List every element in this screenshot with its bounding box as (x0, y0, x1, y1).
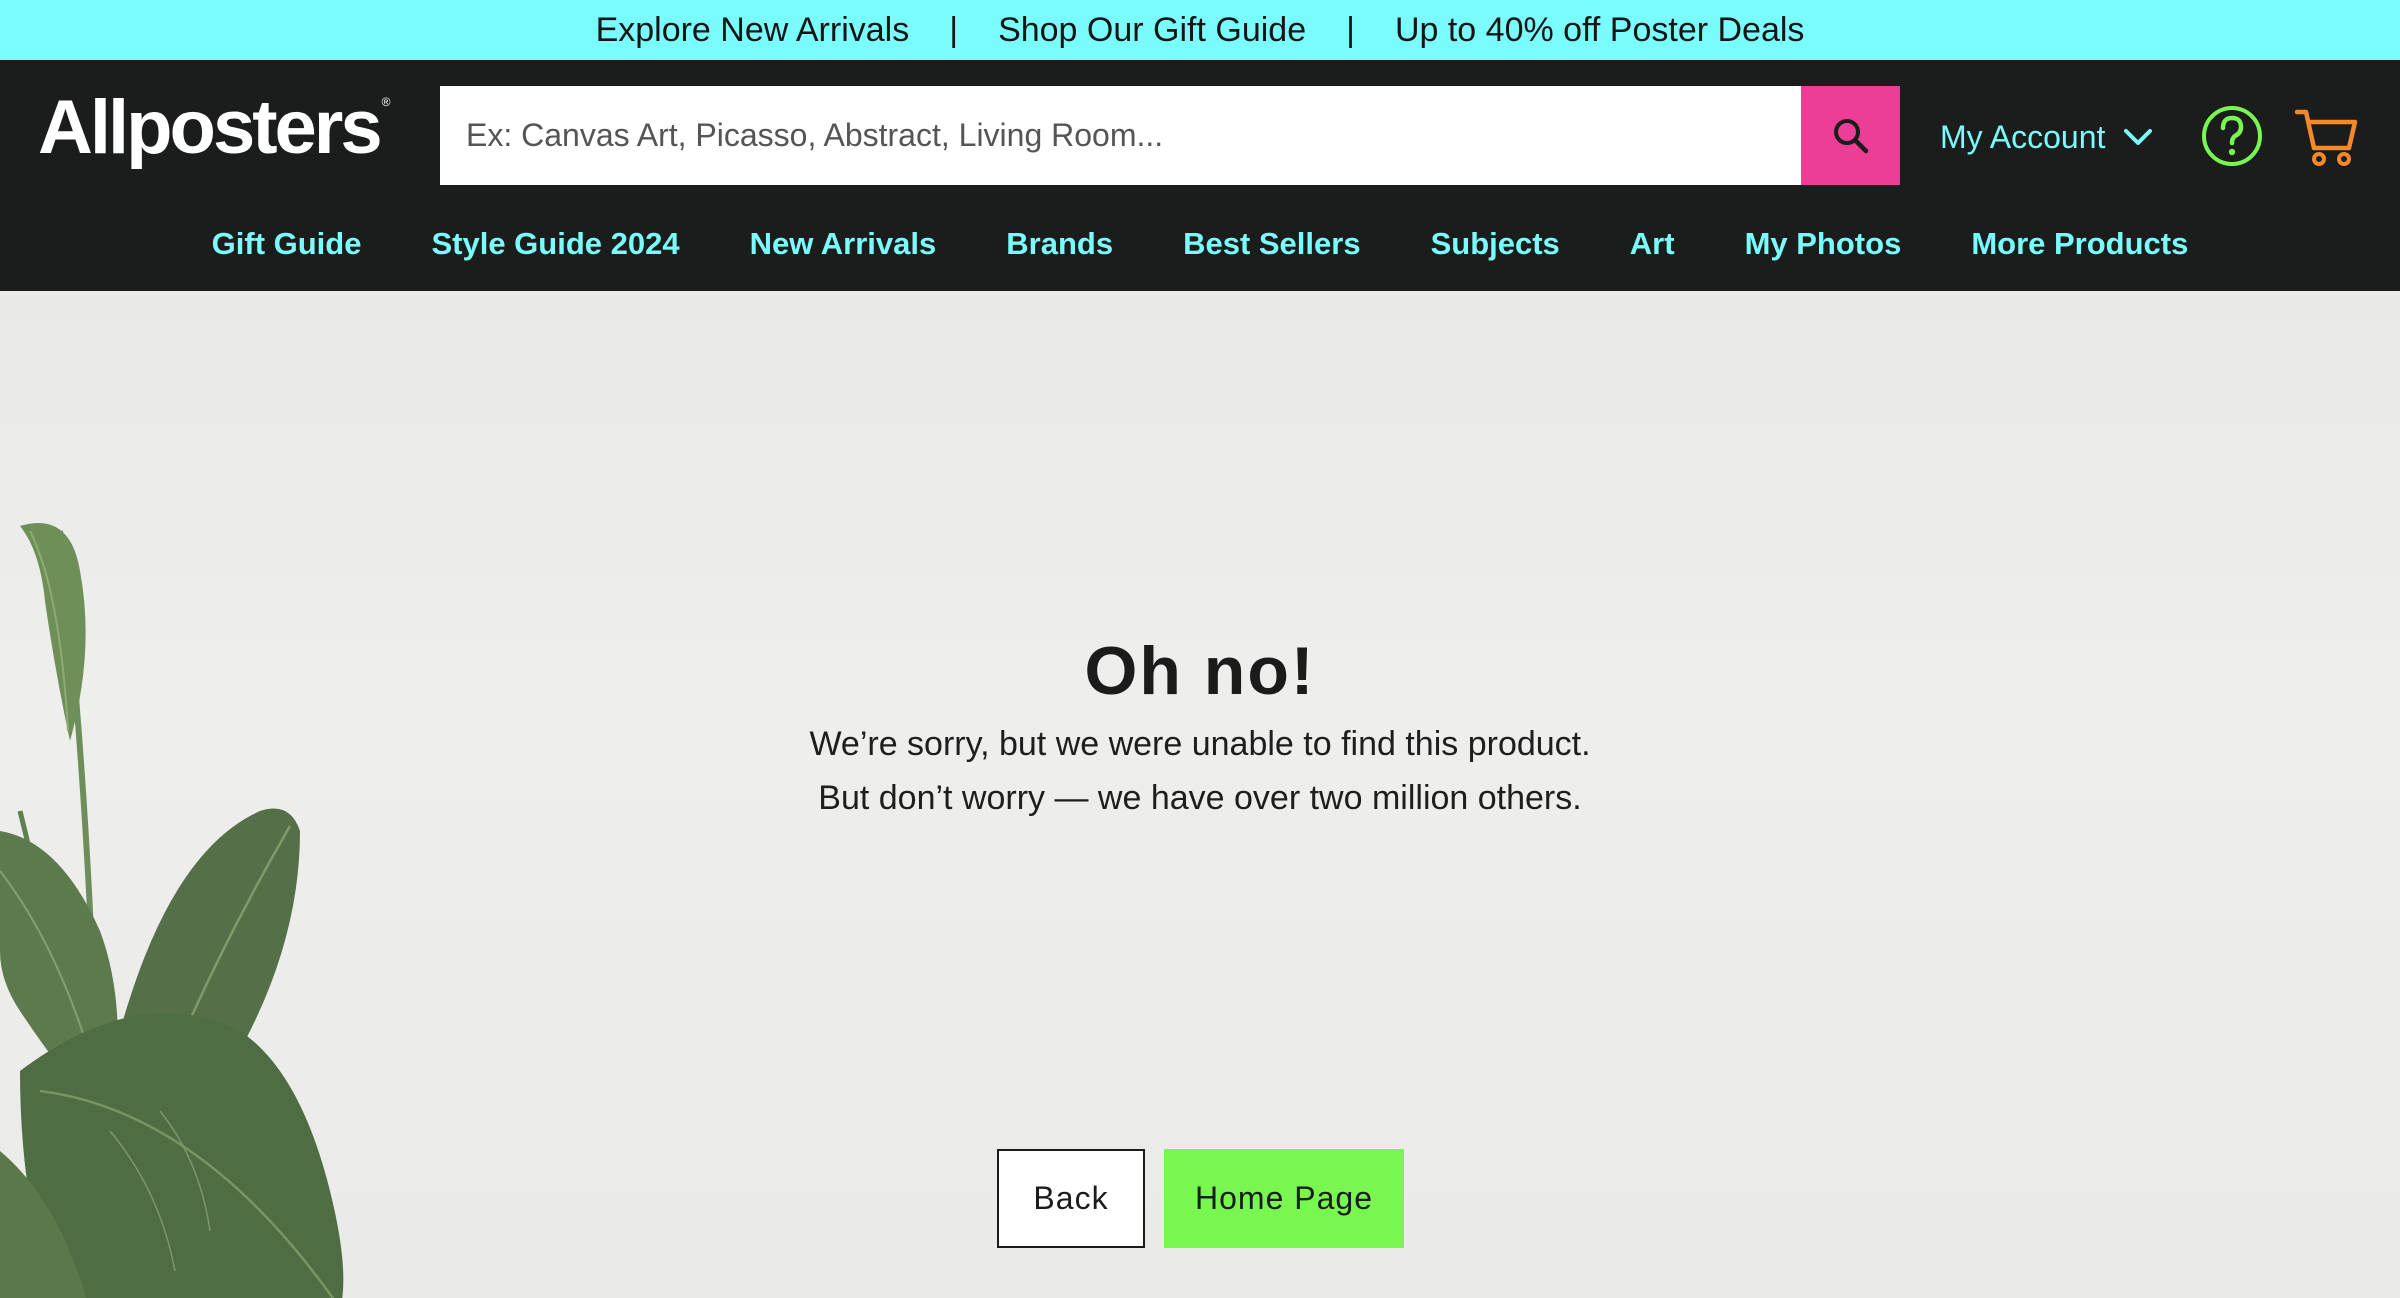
promo-link-gift-guide[interactable]: Shop Our Gift Guide (998, 11, 1306, 50)
logo-text: Allposters (38, 85, 383, 170)
nav-item-gift-guide[interactable]: Gift Guide (212, 226, 362, 262)
error-line-2: But don’t worry — we have over two milli… (818, 779, 1582, 817)
plant-image (0, 523, 344, 1298)
nav-item-brands[interactable]: Brands (1006, 226, 1113, 262)
promo-link-new-arrivals[interactable]: Explore New Arrivals (596, 11, 910, 50)
promo-bar: Explore New Arrivals | Shop Our Gift Gui… (0, 0, 2400, 60)
search-input[interactable] (440, 86, 1801, 185)
nav-item-my-photos[interactable]: My Photos (1745, 226, 1902, 262)
my-account-label: My Account (1940, 118, 2106, 155)
error-message: Oh no! We’re sorry, but we were unable t… (0, 637, 2400, 825)
nav-item-subjects[interactable]: Subjects (1431, 226, 1560, 262)
error-actions: Back Home Page (997, 1149, 1404, 1248)
main-nav: Gift Guide Style Guide 2024 New Arrivals… (0, 214, 2400, 274)
nav-item-new-arrivals[interactable]: New Arrivals (750, 226, 937, 262)
promo-separator: | (1346, 10, 1355, 49)
registered-mark: ® (381, 95, 391, 109)
promo-separator: | (949, 10, 959, 49)
error-line-1: We’re sorry, but we were unable to find … (809, 725, 1591, 763)
cart-icon[interactable] (2294, 104, 2360, 170)
promo-link-poster-deals[interactable]: Up to 40% off Poster Deals (1395, 11, 1804, 50)
search-button[interactable] (1801, 86, 1900, 185)
nav-item-art[interactable]: Art (1630, 226, 1675, 262)
nav-item-style-guide[interactable]: Style Guide 2024 (431, 226, 679, 262)
nav-item-more-products[interactable]: More Products (1971, 226, 2188, 262)
my-account-menu[interactable]: My Account (1940, 112, 2153, 162)
search-bar (440, 86, 1900, 185)
search-icon (1833, 118, 1868, 153)
back-button[interactable]: Back (997, 1149, 1145, 1248)
help-icon[interactable] (2200, 104, 2264, 168)
chevron-down-icon (2124, 129, 2153, 145)
home-page-button[interactable]: Home Page (1164, 1149, 1404, 1248)
error-title: Oh no! (1084, 633, 1316, 709)
site-logo[interactable]: Allposters ® (38, 90, 391, 166)
site-header: Allposters® My Account Gift Guide Style … (0, 60, 2400, 291)
nav-item-best-sellers[interactable]: Best Sellers (1183, 226, 1361, 262)
